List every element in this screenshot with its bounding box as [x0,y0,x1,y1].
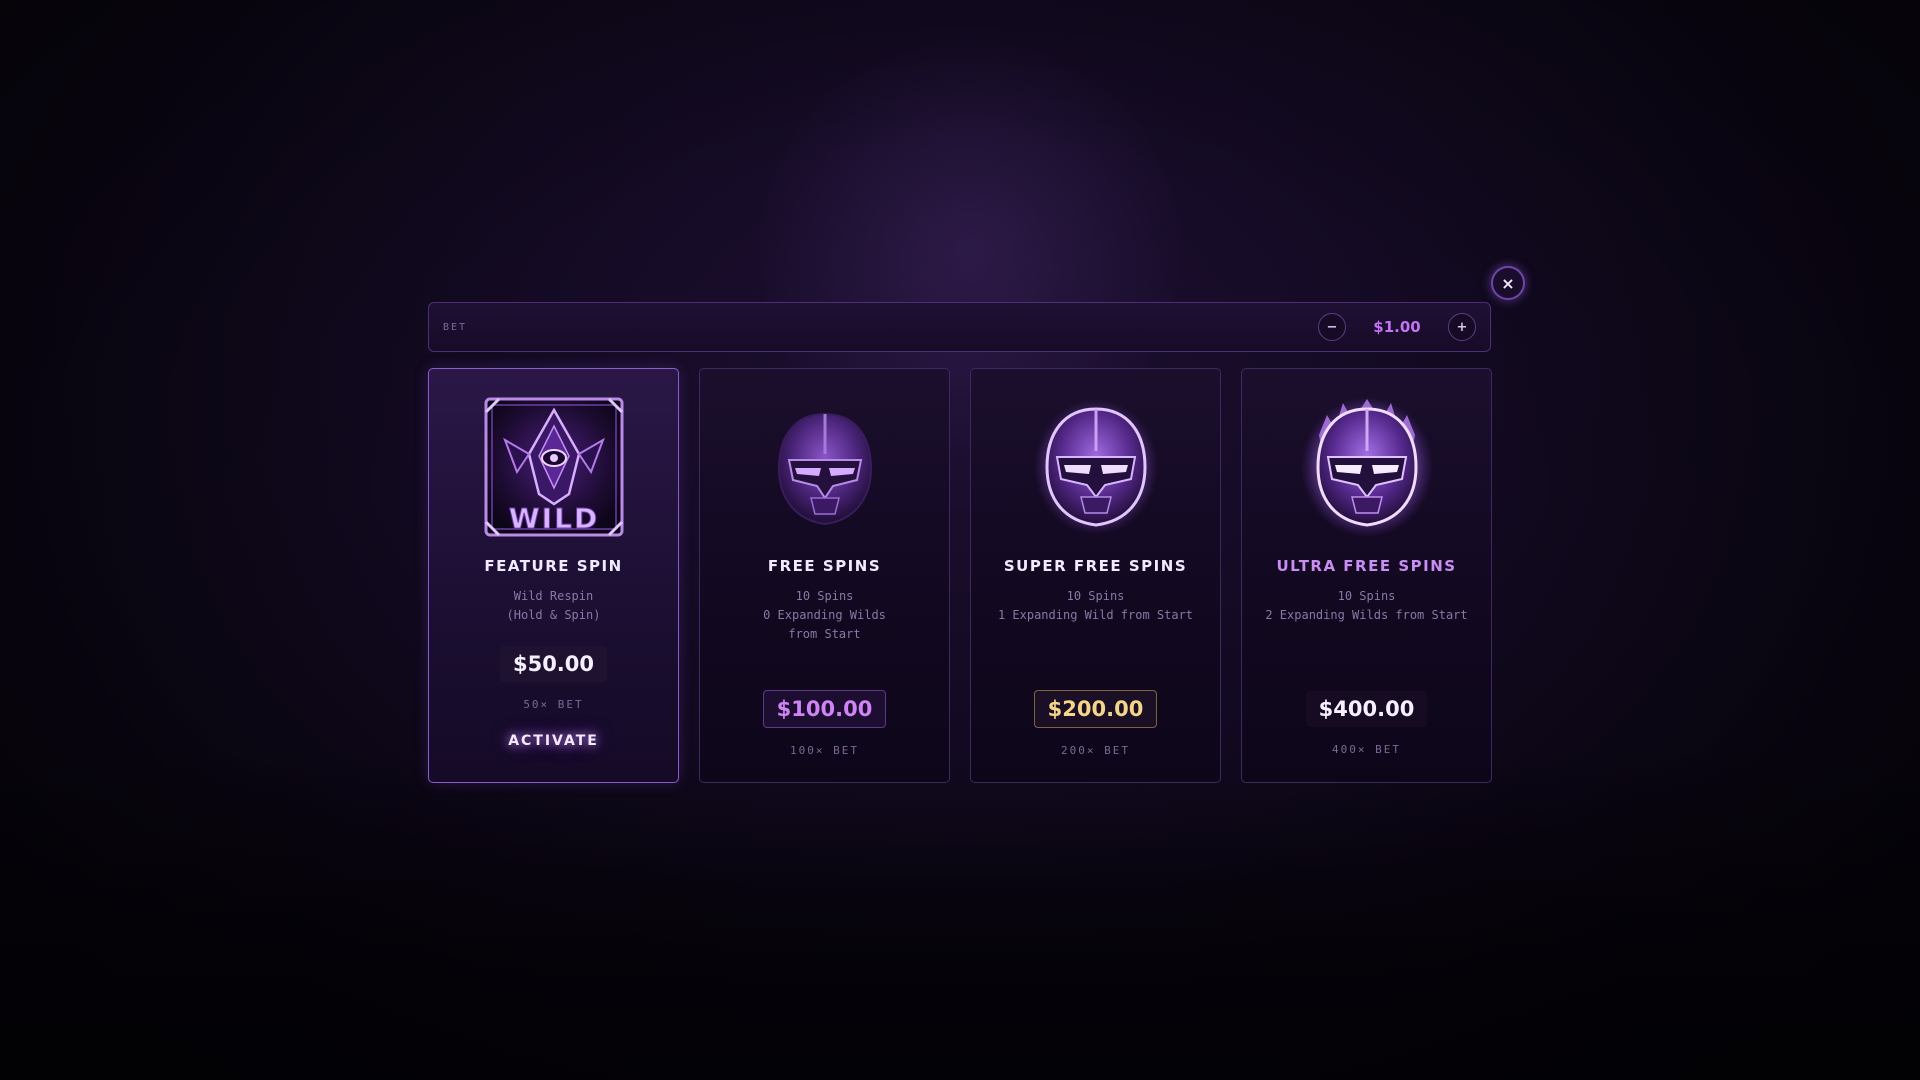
svg-text:WILD: WILD [508,502,598,535]
card-title: FEATURE SPIN [484,557,623,575]
background-scene [0,0,1920,1080]
feature-spin-card[interactable]: WILD FEATURE SPIN Wild Respin (Hold & Sp… [428,368,679,783]
glowing-helmet-icon [1022,397,1170,537]
card-price: $100.00 [762,690,887,728]
activate-button[interactable]: ACTIVATE [508,733,599,749]
card-title: ULTRA FREE SPINS [1276,557,1457,575]
close-icon: × [1501,273,1515,293]
card-price: $400.00 [1305,691,1428,727]
card-multiplier: 100× BET [790,744,859,757]
free-spins-card[interactable]: FREE SPINS 10 Spins 0 Expanding Wilds fr… [699,368,950,783]
helmet-icon [751,397,899,537]
card-description: Wild Respin (Hold & Spin) [506,589,601,622]
close-button[interactable]: × [1491,266,1525,300]
background-vignette [0,0,1920,1080]
super-free-spins-card[interactable]: SUPER FREE SPINS 10 Spins 1 Expanding Wi… [970,368,1221,783]
background-ground [0,750,1920,1080]
wild-symbol-icon: WILD [480,397,628,537]
card-title: SUPER FREE SPINS [1003,557,1188,575]
flaming-helmet-icon [1293,397,1441,537]
card-description: 10 Spins 0 Expanding Wilds from Start [763,589,886,641]
bet-controls: − $1.00 + [1318,313,1476,341]
bet-value: $1.00 [1373,318,1421,336]
card-price: $200.00 [1033,690,1158,728]
card-multiplier: 400× BET [1332,743,1401,756]
bet-increase-button[interactable]: + [1448,313,1476,341]
bet-decrease-button[interactable]: − [1318,313,1346,341]
card-price: $50.00 [499,646,608,682]
card-description: 10 Spins 2 Expanding Wilds from Start [1265,589,1468,622]
bet-bar: BET − $1.00 + [428,302,1491,352]
card-title: FREE SPINS [767,557,882,575]
card-multiplier: 50× BET [523,698,584,711]
card-multiplier: 200× BET [1061,744,1130,757]
ultra-free-spins-card[interactable]: ULTRA FREE SPINS 10 Spins 2 Expanding Wi… [1241,368,1492,783]
card-description: 10 Spins 1 Expanding Wild from Start [997,589,1194,622]
bet-label: BET [443,321,468,333]
